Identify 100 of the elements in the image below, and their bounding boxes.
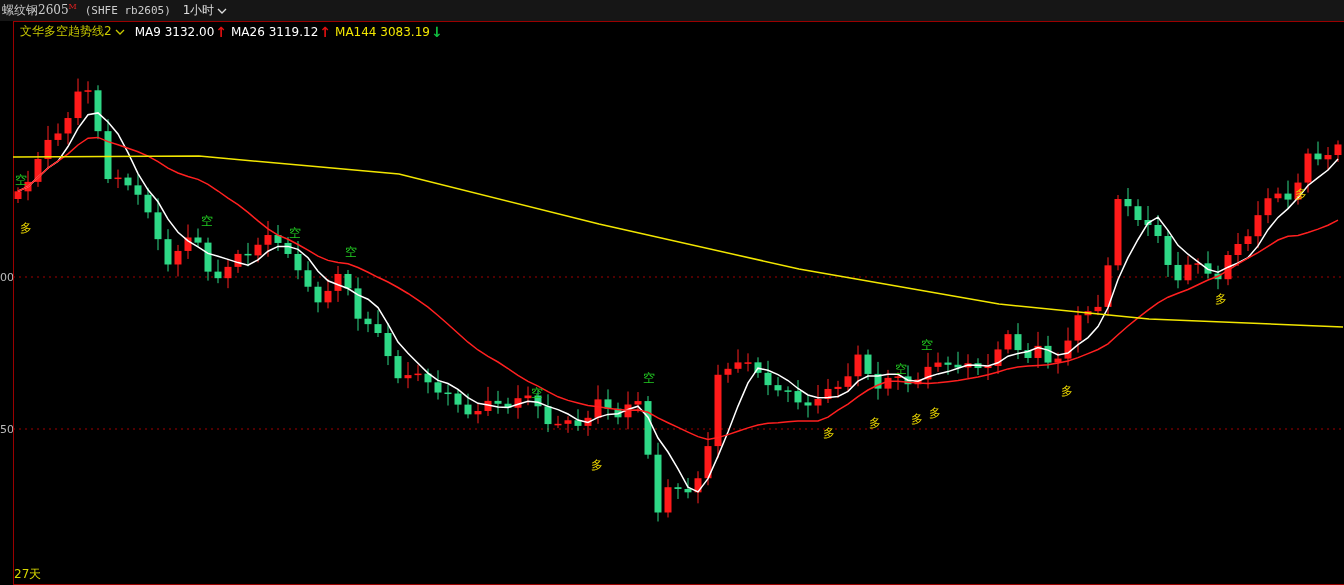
candlestick — [674, 482, 682, 500]
candlestick — [564, 415, 572, 434]
candlestick — [864, 349, 872, 381]
signal-label: 多 — [1215, 292, 1227, 306]
signal-label: 多 — [823, 426, 835, 440]
signal-label: 空 — [895, 362, 907, 376]
candlestick — [1034, 331, 1042, 369]
candlestick — [604, 388, 612, 421]
candlestick — [1124, 187, 1132, 217]
candlestick — [624, 391, 632, 430]
candlestick — [994, 340, 1002, 375]
candlestick — [874, 361, 882, 401]
candlestick — [274, 224, 282, 252]
candlestick — [774, 376, 782, 397]
signal-label: 多 — [20, 221, 32, 235]
candlestick — [64, 111, 72, 145]
candlestick — [914, 372, 922, 389]
candlestick — [1154, 214, 1162, 244]
signal-label: 多 — [869, 416, 881, 430]
signal-label: 多 — [929, 406, 941, 420]
candlestick — [394, 349, 402, 384]
candlestick — [1174, 251, 1182, 289]
signal-label: 空 — [643, 371, 655, 385]
candlestick — [384, 322, 392, 366]
candlestick — [424, 368, 432, 394]
candlestick — [184, 224, 192, 260]
candlestick — [1134, 198, 1142, 227]
candlestick — [334, 265, 342, 303]
signal-label: 多 — [911, 412, 923, 426]
candlestick — [484, 386, 492, 417]
candlestick — [234, 249, 242, 274]
candlestick — [834, 380, 842, 399]
candlestick — [284, 236, 292, 259]
candlestick — [124, 173, 132, 191]
price-tick: 50 — [0, 424, 14, 436]
indicator-dropdown[interactable]: 文华多空趋势线2 — [20, 23, 125, 40]
candlestick — [1324, 146, 1332, 171]
candlestick — [214, 259, 222, 284]
candlestick — [1234, 232, 1242, 267]
candlestick — [164, 228, 172, 272]
candlestick — [954, 351, 962, 374]
signal-label: 多 — [591, 458, 603, 472]
moving-average-value: MA144 3083.19 — [335, 24, 430, 39]
candlestick — [294, 240, 302, 280]
candlestick — [224, 258, 232, 289]
candlestick — [1224, 250, 1232, 286]
candlestick — [1244, 228, 1252, 252]
candlestick — [354, 276, 362, 332]
trend-arrow: ↓ — [430, 24, 443, 39]
candlestick — [544, 393, 552, 433]
candlestick — [44, 125, 52, 170]
moving-average-value: MA9 3132.00 — [134, 24, 215, 39]
candlestick — [614, 402, 622, 425]
chevron-icon — [114, 28, 125, 35]
candlestick — [1044, 335, 1052, 370]
candlestick — [364, 311, 372, 333]
candlestick — [524, 386, 532, 406]
candlestick — [1104, 256, 1112, 317]
candlestick — [734, 348, 742, 374]
time-span-label: 27天 — [14, 566, 42, 583]
candlestick — [244, 242, 252, 267]
contract-title: 螺纹钢2605$^{M}$ — [2, 2, 77, 19]
exchange-code: (SHFE rb2605) — [84, 4, 171, 17]
candlestick — [114, 169, 122, 189]
candlestick — [1094, 294, 1102, 316]
candlestick — [1184, 255, 1192, 285]
candlestick — [574, 408, 582, 432]
candlestick — [314, 281, 322, 313]
candlestick — [1194, 257, 1202, 275]
candlestick — [704, 431, 712, 486]
signal-label: 多 — [1295, 187, 1307, 201]
candlestick — [724, 362, 732, 384]
trend-arrow: ↑ — [319, 24, 332, 39]
candlestick — [764, 360, 772, 396]
candlestick — [84, 80, 92, 105]
candlestick — [1024, 342, 1032, 364]
candlestick — [514, 384, 522, 420]
signal-label: 空 — [531, 386, 543, 400]
candlestick — [414, 364, 422, 382]
candlestick — [464, 393, 472, 419]
candlestick — [1334, 139, 1342, 163]
candlestick — [1284, 180, 1292, 210]
candlestick — [34, 151, 42, 188]
candlestick — [1014, 322, 1022, 360]
candlestick — [1314, 141, 1322, 166]
period-dropdown[interactable]: 1小时 — [178, 2, 232, 19]
candlestick — [474, 403, 482, 424]
candlestick — [144, 187, 152, 219]
candlestick — [594, 384, 602, 425]
candlestick — [444, 384, 452, 406]
candlestick — [1274, 187, 1282, 203]
candlestick — [324, 278, 332, 309]
candlestick — [1204, 250, 1212, 280]
candlestick — [1004, 329, 1012, 354]
candlestick — [194, 228, 202, 248]
candlestick — [254, 237, 262, 263]
candlestick — [154, 197, 162, 251]
candlestick — [554, 415, 562, 429]
candlestick — [694, 470, 702, 504]
candlestick — [754, 356, 762, 379]
